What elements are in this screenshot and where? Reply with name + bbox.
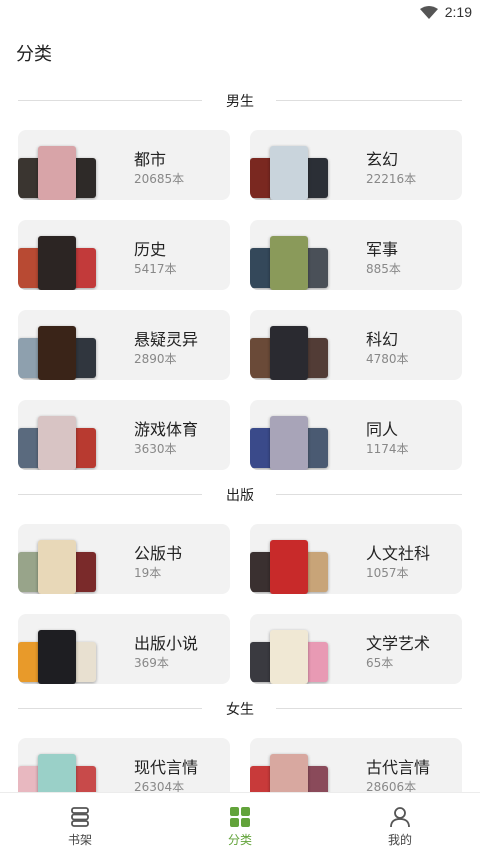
book-cover — [38, 754, 76, 792]
book-cover — [38, 630, 76, 684]
category-card[interactable]: 现代言情 26304本 — [18, 738, 230, 792]
book-count: 3630本 — [134, 442, 177, 456]
book-covers — [18, 524, 128, 594]
book-cover — [38, 540, 76, 594]
book-count: 20685本 — [134, 172, 185, 186]
category-grid-icon — [230, 807, 250, 827]
book-covers — [250, 524, 360, 594]
category-name: 古代言情 — [366, 758, 431, 777]
book-covers — [18, 400, 128, 470]
status-time: 2:19 — [444, 4, 472, 20]
category-name: 人文社科 — [366, 544, 431, 563]
book-cover — [38, 326, 76, 380]
category-name: 军事 — [366, 240, 399, 259]
book-cover — [270, 146, 308, 200]
book-cover — [270, 540, 308, 594]
category-name: 科幻 — [366, 330, 399, 349]
tab-category[interactable]: 分类 — [160, 793, 320, 854]
category-card[interactable]: 科幻 4780本 — [250, 310, 462, 380]
tab-label: 分类 — [227, 833, 252, 847]
book-count: 28606本 — [366, 780, 417, 792]
tab-label: 我的 — [387, 833, 412, 847]
tab-label: 书架 — [67, 833, 92, 847]
book-covers — [18, 130, 128, 200]
book-cover — [270, 754, 308, 792]
category-card[interactable]: 人文社科 1057本 — [250, 524, 462, 594]
book-count: 885本 — [366, 262, 401, 276]
book-covers — [18, 614, 128, 684]
bookshelf-icon — [71, 807, 89, 827]
book-covers — [250, 400, 360, 470]
book-cover — [38, 416, 76, 470]
status-bar: 2:19 — [0, 0, 480, 26]
divider — [276, 100, 462, 101]
book-covers — [250, 130, 360, 200]
category-name: 同人 — [366, 420, 399, 439]
category-name: 玄幻 — [366, 150, 399, 169]
divider — [276, 494, 462, 495]
tab-profile[interactable]: 我的 — [320, 793, 480, 854]
category-card[interactable]: 悬疑灵异 2890本 — [18, 310, 230, 380]
category-card[interactable]: 公版书 19本 — [18, 524, 230, 594]
category-list[interactable]: 男生都市 20685本 玄幻 22216本历史 5417本 军事 885本悬疑灵异 2890本… — [0, 84, 480, 792]
book-count: 2890本 — [134, 352, 177, 366]
category-name: 历史 — [134, 240, 167, 259]
book-cover — [270, 630, 308, 684]
book-covers — [250, 738, 360, 792]
category-name: 游戏体育 — [134, 420, 199, 439]
book-covers — [18, 738, 128, 792]
category-card[interactable]: 古代言情 28606本 — [250, 738, 462, 792]
category-card[interactable]: 出版小说 369本 — [18, 614, 230, 684]
book-count: 1057本 — [366, 566, 409, 580]
book-cover — [270, 326, 308, 380]
section-label: 男生 — [226, 94, 254, 110]
page-title: 分类 — [16, 44, 52, 65]
category-card[interactable]: 军事 885本 — [250, 220, 462, 290]
book-count: 65本 — [366, 656, 394, 670]
category-name: 现代言情 — [134, 758, 199, 777]
category-name: 悬疑灵异 — [134, 330, 199, 349]
book-count: 19本 — [134, 566, 162, 580]
section-header: 女生 — [0, 692, 480, 726]
category-grid: 都市 20685本 玄幻 22216本历史 5417本 军事 885本悬疑灵异 2890本 科幻… — [0, 118, 480, 478]
book-count: 22216本 — [366, 172, 417, 186]
category-name: 出版小说 — [134, 634, 199, 653]
category-name: 文学艺术 — [366, 634, 431, 653]
book-covers — [18, 310, 128, 380]
section-header: 男生 — [0, 84, 480, 118]
book-covers — [250, 220, 360, 290]
book-covers — [250, 614, 360, 684]
book-covers — [250, 310, 360, 380]
book-count: 1174本 — [366, 442, 409, 456]
book-cover — [270, 416, 308, 470]
book-count: 5417本 — [134, 262, 177, 276]
tab-bookshelf[interactable]: 书架 — [0, 793, 160, 854]
book-count: 4780本 — [366, 352, 409, 366]
book-cover — [38, 236, 76, 290]
category-card[interactable]: 玄幻 22216本 — [250, 130, 462, 200]
section-label: 女生 — [226, 702, 254, 718]
category-card[interactable]: 都市 20685本 — [18, 130, 230, 200]
category-card[interactable]: 文学艺术 65本 — [250, 614, 462, 684]
book-covers — [18, 220, 128, 290]
wifi-icon — [420, 6, 438, 19]
book-count: 26304本 — [134, 780, 185, 792]
category-card[interactable]: 同人 1174本 — [250, 400, 462, 470]
section-header: 出版 — [0, 478, 480, 512]
category-grid: 现代言情 26304本 古代言情 28606本 — [0, 726, 480, 792]
divider — [276, 708, 462, 709]
category-grid: 公版书 19本 人文社科 1057本出版小说 369本 文学艺术 65本 — [0, 512, 480, 692]
category-card[interactable]: 游戏体育 3630本 — [18, 400, 230, 470]
category-name: 都市 — [134, 150, 167, 169]
category-card[interactable]: 历史 5417本 — [18, 220, 230, 290]
book-cover — [38, 146, 76, 200]
book-cover — [270, 236, 308, 290]
section-label: 出版 — [226, 488, 254, 504]
category-name: 公版书 — [134, 544, 183, 563]
bottom-tab-bar: 书架 分类 我的 — [0, 792, 480, 854]
book-count: 369本 — [134, 656, 169, 670]
profile-icon — [390, 807, 410, 828]
